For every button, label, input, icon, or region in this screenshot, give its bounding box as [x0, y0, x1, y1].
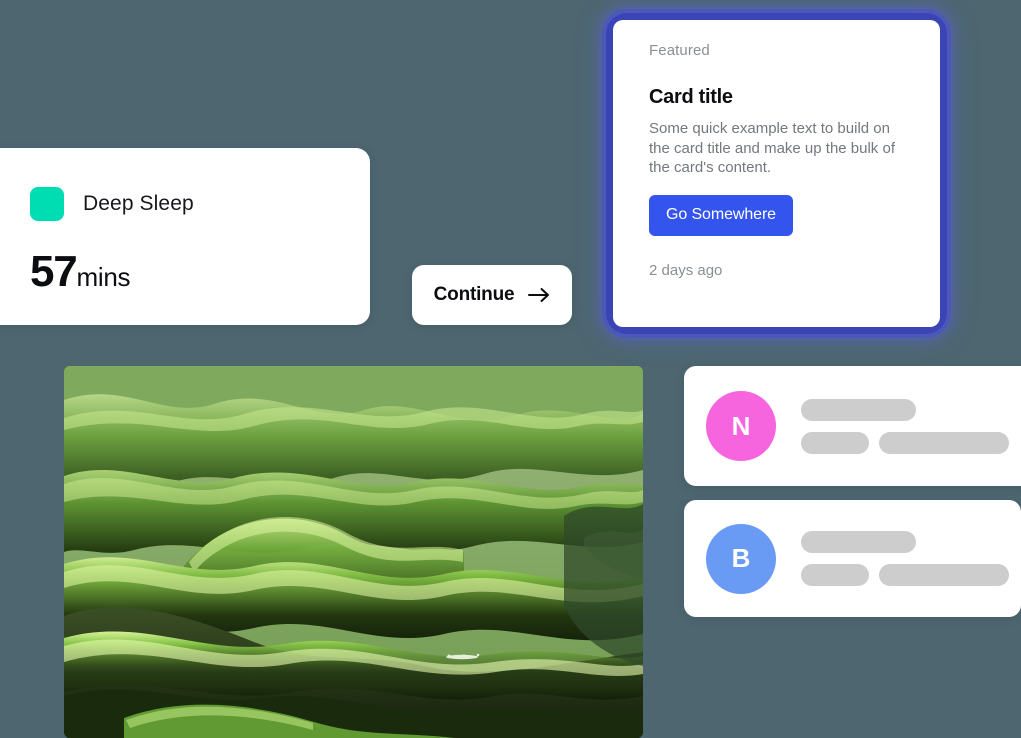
stat-label: Deep Sleep [83, 192, 194, 215]
featured-card: Featured Card title Some quick example t… [613, 20, 940, 327]
skeleton-row [801, 531, 1009, 553]
list-item[interactable]: B [684, 500, 1021, 617]
skeleton-row [801, 398, 1009, 421]
skeleton-placeholder [801, 398, 1009, 454]
skeleton-row [801, 431, 1009, 454]
avatar: B [706, 523, 776, 594]
deep-sleep-stat-card: Deep Sleep 57 mins [0, 148, 370, 325]
featured-eyebrow: Featured [649, 42, 710, 59]
skeleton-bar [801, 531, 916, 553]
featured-card-wrapper: Featured Card title Some quick example t… [613, 20, 940, 327]
skeleton-bar [879, 431, 1009, 454]
stat-unit: mins [76, 262, 131, 292]
skeleton-bar [879, 564, 1009, 586]
showcase-canvas: Deep Sleep 57 mins Continue Featured Car… [0, 0, 1021, 738]
skeleton-placeholder [801, 531, 1009, 586]
sleep-color-swatch-icon [30, 187, 64, 221]
continue-button[interactable]: Continue [412, 265, 572, 325]
list-item[interactable]: N [684, 366, 1021, 486]
featured-card-body: Some quick example text to build on the … [649, 120, 895, 176]
skeleton-row [801, 564, 1009, 586]
continue-button-label: Continue [433, 284, 515, 305]
stat-number: 57 [30, 247, 78, 296]
stat-header: Deep Sleep [30, 187, 340, 221]
stat-value: 57 mins [30, 250, 340, 294]
skeleton-bar [801, 398, 916, 421]
go-somewhere-button[interactable]: Go Somewhere [649, 194, 793, 236]
featured-card-timestamp: 2 days ago [649, 261, 723, 279]
featured-card-title: Card title [649, 86, 733, 108]
skeleton-bar [801, 564, 869, 586]
skeleton-bar [801, 431, 869, 454]
avatar: N [706, 391, 776, 461]
landscape-photo [64, 366, 643, 738]
arrow-right-icon [528, 288, 550, 302]
